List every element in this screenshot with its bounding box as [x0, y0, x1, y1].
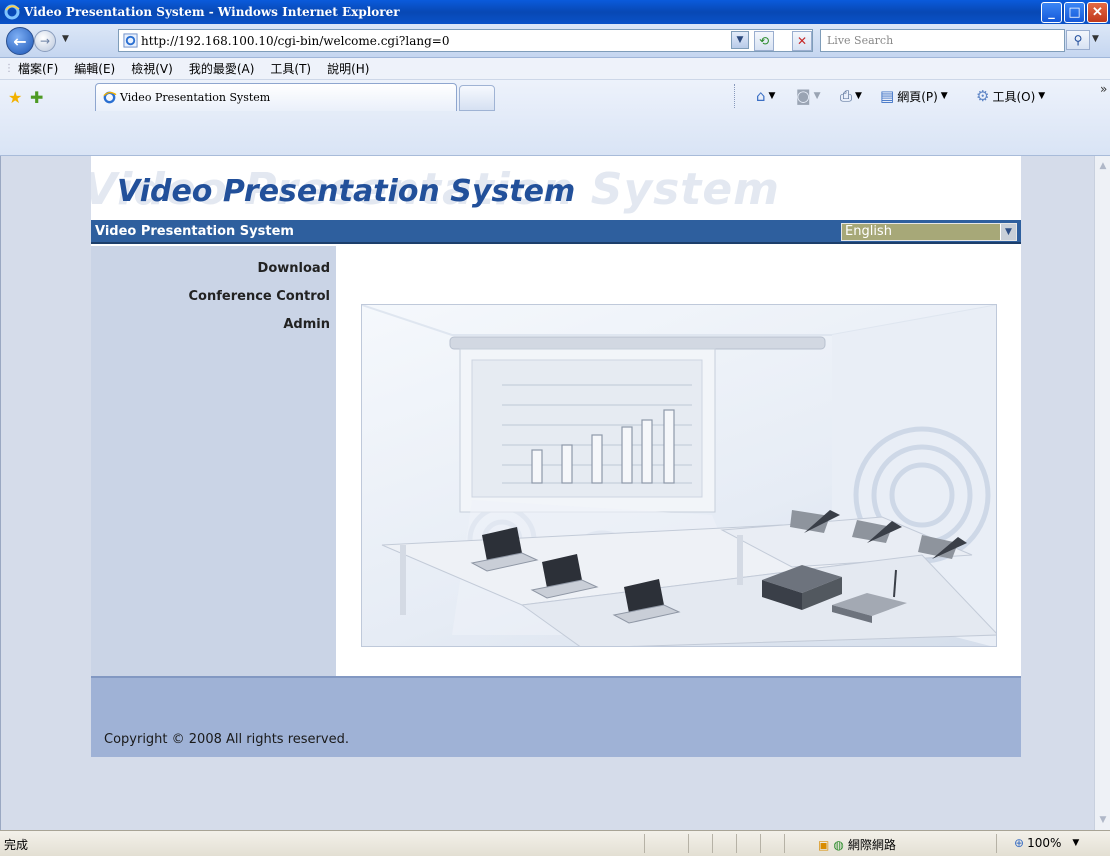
favorites-star-icon[interactable]: ★ — [8, 88, 22, 107]
status-bar: 完成 ▣ ◍ 網際網路 ⊕ 100% ▼ — [0, 830, 1110, 856]
globe-icon: ◍ — [833, 837, 844, 852]
scroll-up-icon[interactable]: ▲ — [1095, 158, 1110, 174]
home-icon: ⌂ — [756, 87, 766, 105]
conference-room-illustration — [361, 304, 997, 647]
command-separator — [734, 84, 735, 108]
page-viewport: Video Presentation System Video Presenta… — [0, 156, 1094, 830]
forward-button[interactable]: → — [34, 30, 56, 52]
status-divider — [688, 834, 689, 853]
zoom-dropdown-icon[interactable]: ▼ — [1072, 838, 1079, 848]
search-input[interactable]: Live Search — [820, 29, 1065, 52]
page-menu-label: 網頁(P) — [897, 89, 938, 104]
status-divider — [736, 834, 737, 853]
search-icon[interactable]: ⚲ — [1066, 30, 1090, 50]
sidebar-item-conference-control[interactable]: Conference Control — [189, 289, 330, 304]
site-nav-strip: Video Presentation System English ▼ — [91, 220, 1021, 244]
new-tab-button[interactable] — [459, 85, 495, 111]
ie-page-icon — [123, 33, 138, 48]
zoom-icon: ⊕ — [1014, 836, 1025, 850]
menu-edit[interactable]: 編輯(E) — [74, 60, 115, 77]
chevron-down-icon[interactable]: ▼ — [1000, 224, 1016, 240]
home-button[interactable]: ⌂ ▼ — [756, 87, 775, 105]
tab-bar: ★ ✚ Video Presentation System ⌂ ▼ ◙ ▼ ⎙ ▼ ▤… — [0, 80, 1110, 156]
window-controls: _ □ ✕ — [1041, 2, 1108, 23]
sidebar-item-admin[interactable]: Admin — [283, 317, 330, 332]
menu-help[interactable]: 說明(H) — [327, 60, 369, 77]
toolbar-grip: ⋮ — [4, 63, 14, 74]
sidebar-menu: Download Conference Control Admin — [91, 246, 336, 676]
zoom-level: 100% — [1027, 836, 1062, 850]
tools-menu[interactable]: ⚙ 工具(O) ▼ — [976, 87, 1045, 105]
status-divider — [784, 834, 785, 853]
conference-room-image — [362, 305, 996, 646]
status-divider — [712, 834, 713, 853]
close-window-button[interactable]: ✕ — [1087, 2, 1108, 23]
language-select[interactable]: English ▼ — [841, 223, 1017, 241]
menu-view[interactable]: 檢視(V) — [131, 60, 173, 77]
zone-label: 網際網路 — [847, 838, 896, 852]
site-banner: Video Presentation System Video Presenta… — [91, 156, 1021, 220]
address-url: http://192.168.100.10/cgi-bin/welcome.cg… — [141, 33, 450, 48]
tab-label: Video Presentation System — [120, 91, 271, 104]
feeds-button[interactable]: ◙ ▼ — [796, 87, 820, 105]
ie-tab-icon — [103, 91, 117, 104]
print-button[interactable]: ⎙ ▼ — [840, 87, 862, 105]
more-commands-icon[interactable]: » — [1100, 82, 1107, 96]
address-toolbar: ← → ▼ http://192.168.100.10/cgi-bin/welc… — [0, 24, 1110, 58]
address-dropdown-icon[interactable]: ▼ — [731, 31, 749, 49]
status-text: 完成 — [4, 838, 29, 852]
address-input[interactable]: http://192.168.100.10/cgi-bin/welcome.cg… — [118, 29, 813, 52]
web-page: Video Presentation System Video Presenta… — [91, 156, 1021, 757]
menu-bar: ⋮ 檔案(F) 編輯(E) 檢視(V) 我的最愛(A) 工具(T) 說明(H) — [0, 58, 1110, 80]
language-selected-value: English — [845, 224, 892, 239]
status-divider — [644, 834, 645, 853]
window-title: Video Presentation System - Windows Inte… — [24, 5, 400, 19]
back-button[interactable]: ← — [6, 27, 34, 55]
scroll-down-icon[interactable]: ▼ — [1095, 812, 1110, 828]
tab-video-presentation-system[interactable]: Video Presentation System — [95, 83, 457, 111]
popup-blocker-icon: ▣ — [818, 837, 830, 852]
nav-title: Video Presentation System — [95, 224, 294, 239]
status-divider — [760, 834, 761, 853]
refresh-button[interactable]: ⟲ — [754, 31, 774, 51]
vertical-scrollbar[interactable]: ▲ ▼ — [1094, 156, 1110, 830]
search-options-icon[interactable]: ▼ — [1092, 34, 1099, 44]
security-zone[interactable]: ▣ ◍ 網際網路 — [818, 836, 896, 853]
tools-menu-label: 工具(O) — [992, 89, 1036, 104]
page-icon: ▤ — [880, 87, 895, 105]
status-divider — [996, 834, 997, 853]
copyright-text: Copyright © 2008 All rights reserved. — [104, 732, 349, 747]
printer-icon: ⎙ — [840, 87, 853, 105]
menu-file[interactable]: 檔案(F) — [18, 60, 58, 77]
stop-button[interactable]: ✕ — [792, 31, 812, 51]
add-favorite-icon[interactable]: ✚ — [30, 88, 43, 107]
window-titlebar: Video Presentation System - Windows Inte… — [0, 0, 1110, 24]
ie-logo-icon — [4, 4, 20, 20]
sidebar-item-download[interactable]: Download — [258, 261, 330, 276]
banner-title: Video Presentation System — [117, 174, 576, 209]
menu-favorites[interactable]: 我的最愛(A) — [189, 60, 255, 77]
site-footer: Copyright © 2008 All rights reserved. — [91, 676, 1021, 757]
menu-tools[interactable]: 工具(T) — [270, 60, 311, 77]
page-menu[interactable]: ▤ 網頁(P) ▼ — [880, 87, 948, 105]
zoom-control[interactable]: ⊕ 100% ▼ — [1014, 836, 1079, 850]
history-dropdown-icon[interactable]: ▼ — [62, 34, 69, 44]
gear-icon: ⚙ — [976, 87, 990, 105]
maximize-button[interactable]: □ — [1064, 2, 1085, 23]
minimize-button[interactable]: _ — [1041, 2, 1062, 23]
rss-feed-icon: ◙ — [796, 87, 811, 105]
